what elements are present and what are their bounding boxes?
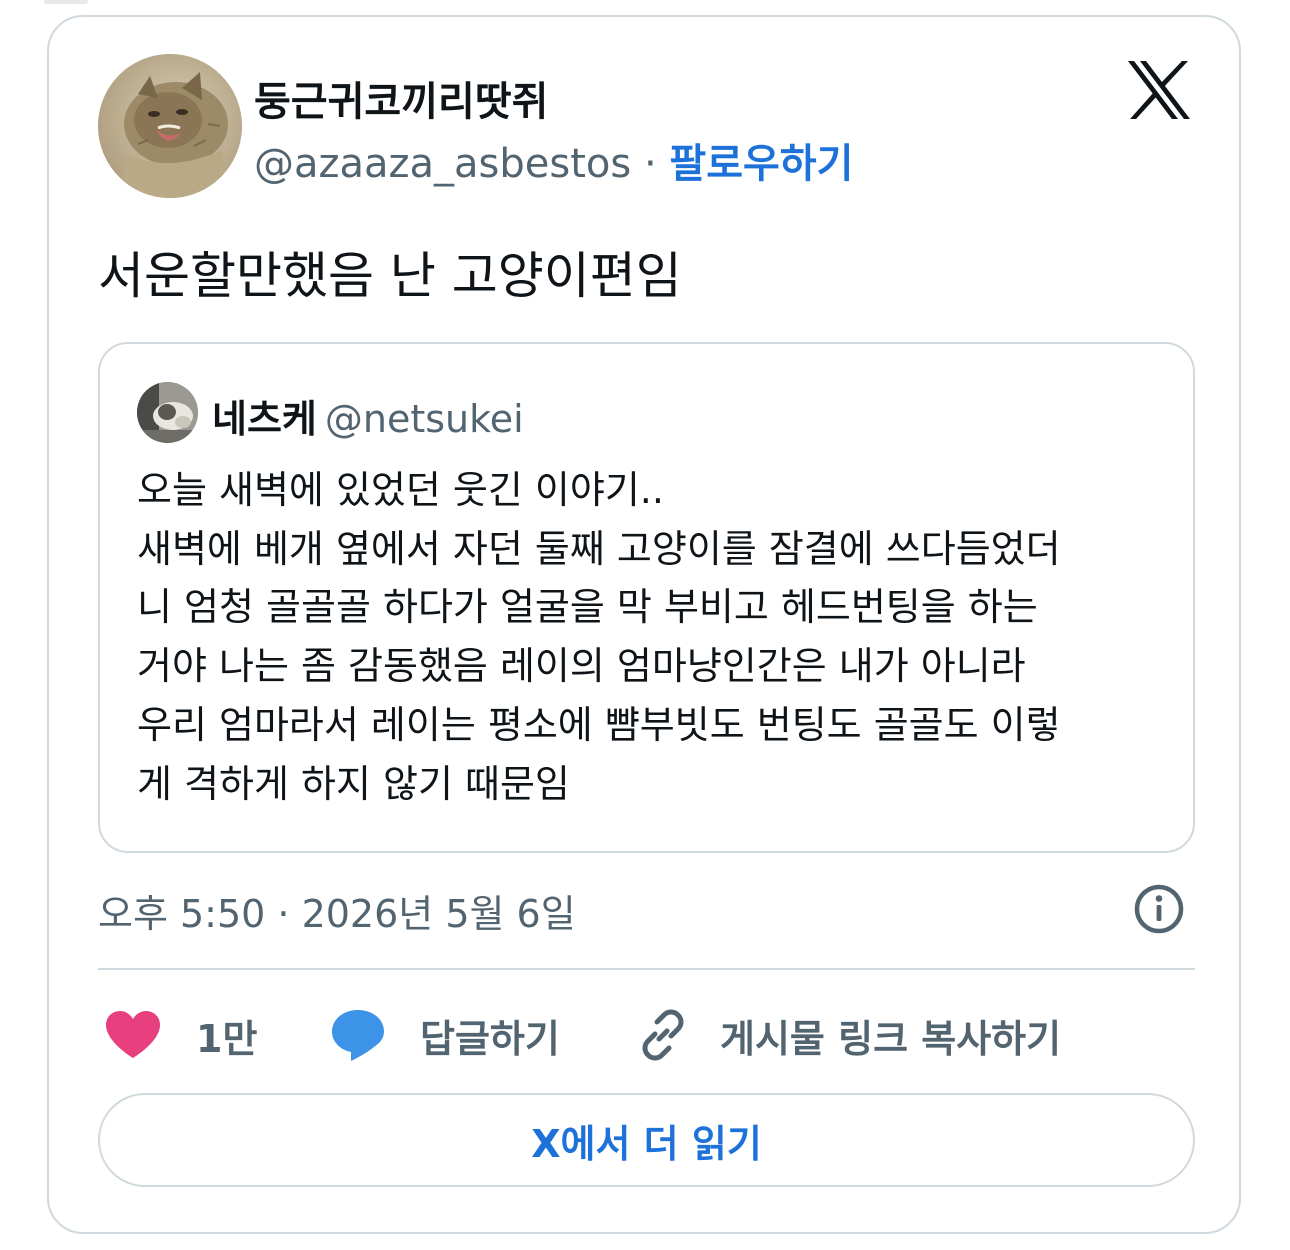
author-display-name[interactable]: 둥근귀코끼리땃쥐 bbox=[254, 69, 548, 127]
like-button[interactable]: 1만 bbox=[104, 1007, 257, 1063]
author-handle-row: @azaaza_asbestos · 팔로우하기 bbox=[254, 131, 853, 189]
quoted-tweet-text: 오늘 새벽에 있었던 웃긴 이야기.. 새벽에 베개 옆에서 자던 둘째 고양이… bbox=[137, 461, 1167, 813]
quoted-text-line: 게 격하게 하지 않기 때문임 bbox=[137, 761, 570, 806]
author-avatar-image bbox=[98, 54, 242, 198]
read-more-label: X에서 더 읽기 bbox=[531, 1121, 762, 1166]
quoted-author-name-row: 네츠케 @netsukei bbox=[212, 388, 524, 443]
quoted-text-line: 오늘 새벽에 있었던 웃긴 이야기.. bbox=[137, 468, 664, 512]
tweet-timestamp[interactable]: 오후 5:50 · 2026년 5월 6일 bbox=[98, 883, 576, 938]
like-count: 1만 bbox=[196, 1016, 258, 1061]
x-logo-icon[interactable] bbox=[1126, 59, 1192, 121]
copy-link-button[interactable]: 게시물 링크 복사하기 bbox=[636, 1007, 1061, 1063]
reply-button[interactable]: 답글하기 bbox=[330, 1007, 560, 1063]
quoted-text-line: 우리 엄마라서 레이는 평소에 뺨부빗도 번팅도 골골도 이렇 bbox=[137, 702, 1061, 747]
link-icon bbox=[636, 1008, 690, 1062]
quoted-text-line: 거야 나는 좀 감동했음 레이의 엄마냥인간은 내가 아니라 bbox=[137, 644, 1026, 689]
quoted-avatar-image bbox=[137, 382, 198, 443]
speech-bubble-icon bbox=[330, 1007, 386, 1063]
top-edge-tab bbox=[44, 0, 88, 4]
author-avatar[interactable] bbox=[98, 54, 242, 198]
quoted-text-line: 새벽에 베개 옆에서 자던 둘째 고양이를 잠결에 쓰다듬었더 bbox=[137, 526, 1061, 571]
info-icon[interactable] bbox=[1133, 883, 1185, 935]
copy-link-label: 게시물 링크 복사하기 bbox=[720, 1016, 1062, 1061]
quoted-tweet[interactable]: 네츠케 @netsukei 오늘 새벽에 있었던 웃긴 이야기.. 새벽에 베개 … bbox=[98, 342, 1195, 853]
read-more-on-x-button[interactable]: X에서 더 읽기 bbox=[98, 1093, 1195, 1187]
author-handle[interactable]: @azaaza_asbestos bbox=[254, 141, 631, 187]
tweet-text: 서운할만했음 난 고양이편임 bbox=[98, 247, 682, 305]
heart-icon bbox=[104, 1010, 162, 1060]
tweet-embed-card: 둥근귀코끼리땃쥐 @azaaza_asbestos · 팔로우하기 서운할만했음… bbox=[47, 15, 1241, 1234]
reply-label: 답글하기 bbox=[420, 1016, 560, 1061]
actions-divider bbox=[98, 968, 1195, 970]
quoted-author-avatar[interactable] bbox=[137, 382, 198, 443]
follow-button[interactable]: 팔로우하기 bbox=[669, 141, 853, 187]
quoted-handle[interactable]: @netsukei bbox=[325, 397, 524, 441]
quoted-text-line: 니 엄청 골골골 하다가 얼굴을 막 부비고 헤드번팅을 하는 bbox=[137, 585, 1038, 630]
quoted-display-name[interactable]: 네츠케 bbox=[212, 397, 317, 441]
handle-separator: · bbox=[631, 141, 670, 187]
